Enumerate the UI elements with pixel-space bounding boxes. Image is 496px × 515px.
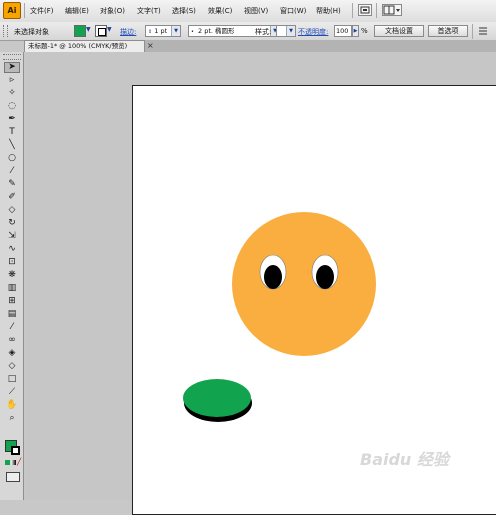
document-setup-button[interactable]: 文档设置 (374, 25, 424, 37)
scale-tool-icon[interactable]: ⇲ (4, 231, 20, 242)
app-logo[interactable]: Ai (3, 2, 21, 19)
ellipse-tool-icon[interactable]: ○ (4, 153, 20, 164)
magic-wand-icon[interactable]: ✧ (4, 88, 20, 99)
menu-window[interactable]: 窗口(W) (280, 6, 306, 16)
menu-separator (376, 3, 377, 18)
arrange-documents-icon (383, 5, 400, 15)
screen-mode-icon[interactable] (6, 472, 20, 482)
menu-help[interactable]: 帮助(H) (316, 6, 341, 16)
blob-brush-icon[interactable]: ✐ (4, 192, 20, 203)
opacity-panel-link[interactable]: 不透明度: (298, 27, 328, 37)
stroke-panel-link[interactable]: 描边: (120, 27, 136, 37)
symbol-sprayer-icon[interactable]: ❋ (4, 270, 20, 281)
gradient-tool-icon[interactable]: ▤ (4, 309, 20, 320)
none-mode-icon[interactable]: ╱ (17, 459, 21, 466)
warp-tool-icon[interactable]: ∿ (4, 244, 20, 255)
mesh-tool-icon[interactable]: ⊞ (4, 296, 20, 307)
menu-edit[interactable]: 编辑(E) (65, 6, 89, 16)
menu-view[interactable]: 视图(V) (244, 6, 268, 16)
hand-tool-icon[interactable]: ✋ (4, 400, 20, 411)
document-tab-bar: 未标题-1* @ 100% (CMYK/预览) × (24, 40, 496, 52)
type-tool-icon[interactable]: T (4, 127, 20, 138)
canvas-area[interactable] (25, 52, 496, 515)
watermark: Baidu 经验 (360, 450, 449, 469)
selection-status: 未选择对象 (14, 28, 49, 36)
right-pupil[interactable] (316, 265, 334, 289)
stepper-icon[interactable]: ⇕ (148, 29, 152, 35)
column-graph-icon[interactable]: ▥ (4, 283, 20, 294)
stroke-color-swatch[interactable] (11, 446, 20, 455)
fill-swatch[interactable] (74, 25, 86, 37)
bridge-icon (360, 6, 370, 14)
control-bar: 未选择对象 ▼ ▼ 描边: ⇕ 1 pt ▼ • 2 pt. 椭圆形 ▼ 样式:… (0, 22, 496, 41)
tools-panel: ➤ ▹ ✧ ◌ ✒ T ╲ ○ ⁄ ✎ ✐ ◇ ↻ ⇲ ∿ ⊡ ❋ ▥ ⊞ ▤ ⁄ ∞ ◈ ◇ □ ⟋ ✋ ⌕ ╱ (0, 52, 24, 500)
left-pupil[interactable] (264, 265, 282, 289)
menu-select[interactable]: 选择(S) (172, 6, 196, 16)
control-separator (472, 24, 473, 39)
chevron-down-icon[interactable]: ▼ (286, 26, 295, 36)
eraser-icon[interactable]: ◇ (4, 205, 20, 216)
bridge-button[interactable] (358, 4, 372, 16)
opacity-value: 100 (336, 27, 349, 35)
blend-tool-icon[interactable]: ∞ (4, 335, 20, 346)
stroke-swatch[interactable] (95, 25, 107, 37)
opacity-arrow-icon[interactable]: ▶ (352, 25, 359, 37)
direct-selection-tool-icon[interactable]: ▹ (4, 75, 20, 86)
opacity-field[interactable]: 100 (334, 25, 352, 37)
preferences-button[interactable]: 首选项 (428, 25, 468, 37)
live-paint-bucket-icon[interactable]: ◈ (4, 348, 20, 359)
panel-grip[interactable] (3, 54, 21, 60)
pencil-icon[interactable]: ✎ (4, 179, 20, 190)
live-paint-selection-icon[interactable]: ◇ (4, 361, 20, 372)
fill-dropdown-arrow-icon[interactable]: ▼ (86, 26, 91, 33)
menu-file[interactable]: 文件(F) (30, 6, 54, 16)
menu-separator (352, 3, 353, 18)
chevron-down-icon[interactable]: ▼ (171, 26, 180, 36)
slice-tool-icon[interactable]: ⟋ (4, 387, 20, 398)
panel-grip[interactable] (3, 25, 8, 37)
brush-dot-icon: • (191, 29, 194, 35)
face-circle[interactable] (232, 212, 376, 356)
menu-effect[interactable]: 效果(C) (208, 6, 232, 16)
artboard-tool-icon[interactable]: □ (4, 374, 20, 385)
stroke-weight-value: 1 pt (154, 27, 168, 35)
style-swatch-field[interactable]: ▼ (276, 25, 296, 37)
selection-tool-icon[interactable]: ➤ (4, 62, 20, 73)
arrange-documents-button[interactable] (382, 4, 402, 16)
line-tool-icon[interactable]: ╲ (4, 140, 20, 151)
menu-type[interactable]: 文字(T) (137, 6, 161, 16)
menu-object[interactable]: 对象(O) (100, 6, 125, 16)
stroke-dropdown-arrow-icon[interactable]: ▼ (107, 26, 112, 33)
brush-preset-value: 2 pt. 椭圆形 (198, 27, 235, 35)
eyedropper-icon[interactable]: ⁄ (4, 322, 20, 333)
style-label: 样式: (255, 28, 272, 36)
pen-tool-icon[interactable]: ✒ (4, 114, 20, 125)
rotate-tool-icon[interactable]: ↻ (4, 218, 20, 229)
color-mode-icon[interactable] (5, 460, 10, 465)
gradient-mode-icon[interactable] (11, 460, 16, 465)
menu-bar: Ai 文件(F) 编辑(E) 对象(O) 文字(T) 选择(S) 效果(C) 视… (0, 0, 496, 23)
lasso-icon[interactable]: ◌ (4, 101, 20, 112)
panel-menu-icon[interactable] (477, 25, 489, 37)
stroke-weight-field[interactable]: ⇕ 1 pt ▼ (145, 25, 181, 37)
zoom-tool-icon[interactable]: ⌕ (4, 413, 20, 424)
paintbrush-icon[interactable]: ⁄ (4, 166, 20, 177)
document-tab[interactable]: 未标题-1* @ 100% (CMYK/预览) (24, 40, 145, 52)
green-disc[interactable] (183, 379, 251, 417)
free-transform-icon[interactable]: ⊡ (4, 257, 20, 268)
menu-separator (24, 3, 25, 18)
opacity-unit: % (361, 27, 368, 35)
close-icon[interactable]: × (147, 40, 154, 51)
